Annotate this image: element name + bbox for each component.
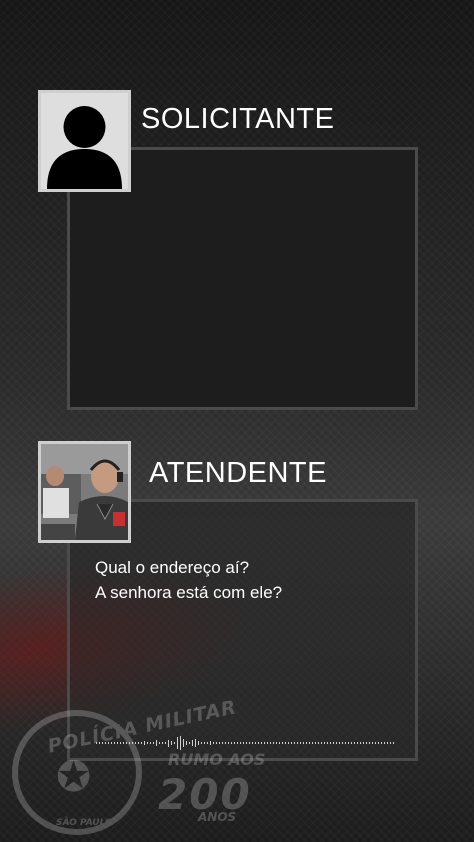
atendente-title: ATENDENTE — [149, 457, 327, 489]
waveform-bar — [384, 742, 385, 744]
waveform-bar — [372, 742, 373, 744]
waveform-bar — [339, 742, 340, 744]
waveform-bar — [336, 742, 337, 744]
solicitante-avatar — [38, 90, 131, 192]
waveform-bar — [360, 742, 361, 744]
waveform-bar — [369, 742, 370, 744]
waveform-bar — [330, 742, 331, 744]
waveform-bar — [378, 742, 379, 744]
solicitante-title: SOLICITANTE — [141, 103, 335, 135]
waveform-bar — [309, 742, 310, 744]
waveform-bar — [333, 742, 334, 744]
watermark-rumo-text: RUMO AOS — [168, 750, 266, 769]
waveform-bar — [342, 742, 343, 744]
screen: { "solicitante": { "title": "SOLICITANTE… — [0, 0, 474, 842]
waveform-bar — [345, 742, 346, 744]
waveform-bar — [366, 742, 367, 744]
watermark-anos-text: ANOS — [198, 810, 237, 824]
waveform-bar — [321, 742, 322, 744]
waveform-bar — [381, 742, 382, 744]
officer-photo — [41, 444, 128, 540]
transcript-text: Qual o endereço aí? A senhora está com e… — [95, 555, 282, 605]
waveform-bar — [393, 742, 394, 744]
waveform-bar — [357, 742, 358, 744]
policia-militar-watermark: ✪ POLÍCIA MILITAR SÃO PAULO RUMO AOS 200… — [8, 696, 308, 835]
waveform-bar — [387, 742, 388, 744]
waveform-bar — [351, 742, 352, 744]
waveform-bar — [312, 742, 313, 744]
waveform-bar — [315, 742, 316, 744]
waveform-bar — [327, 742, 328, 744]
waveform-bar — [318, 742, 319, 744]
transcript-line-2: A senhora está com ele? — [95, 583, 283, 602]
watermark-saopaulo-text: SÃO PAULO — [56, 818, 113, 828]
waveform-bar — [348, 742, 349, 744]
waveform-bar — [390, 742, 391, 744]
waveform-bar — [375, 742, 376, 744]
person-silhouette-icon — [41, 93, 128, 189]
transcript-line-1: Qual o endereço aí? — [95, 558, 250, 577]
waveform-bar — [354, 742, 355, 744]
waveform-bar — [363, 742, 364, 744]
star-emblem-icon: ✪ — [56, 753, 92, 800]
waveform-bar — [324, 742, 325, 744]
atendente-avatar — [38, 441, 131, 543]
